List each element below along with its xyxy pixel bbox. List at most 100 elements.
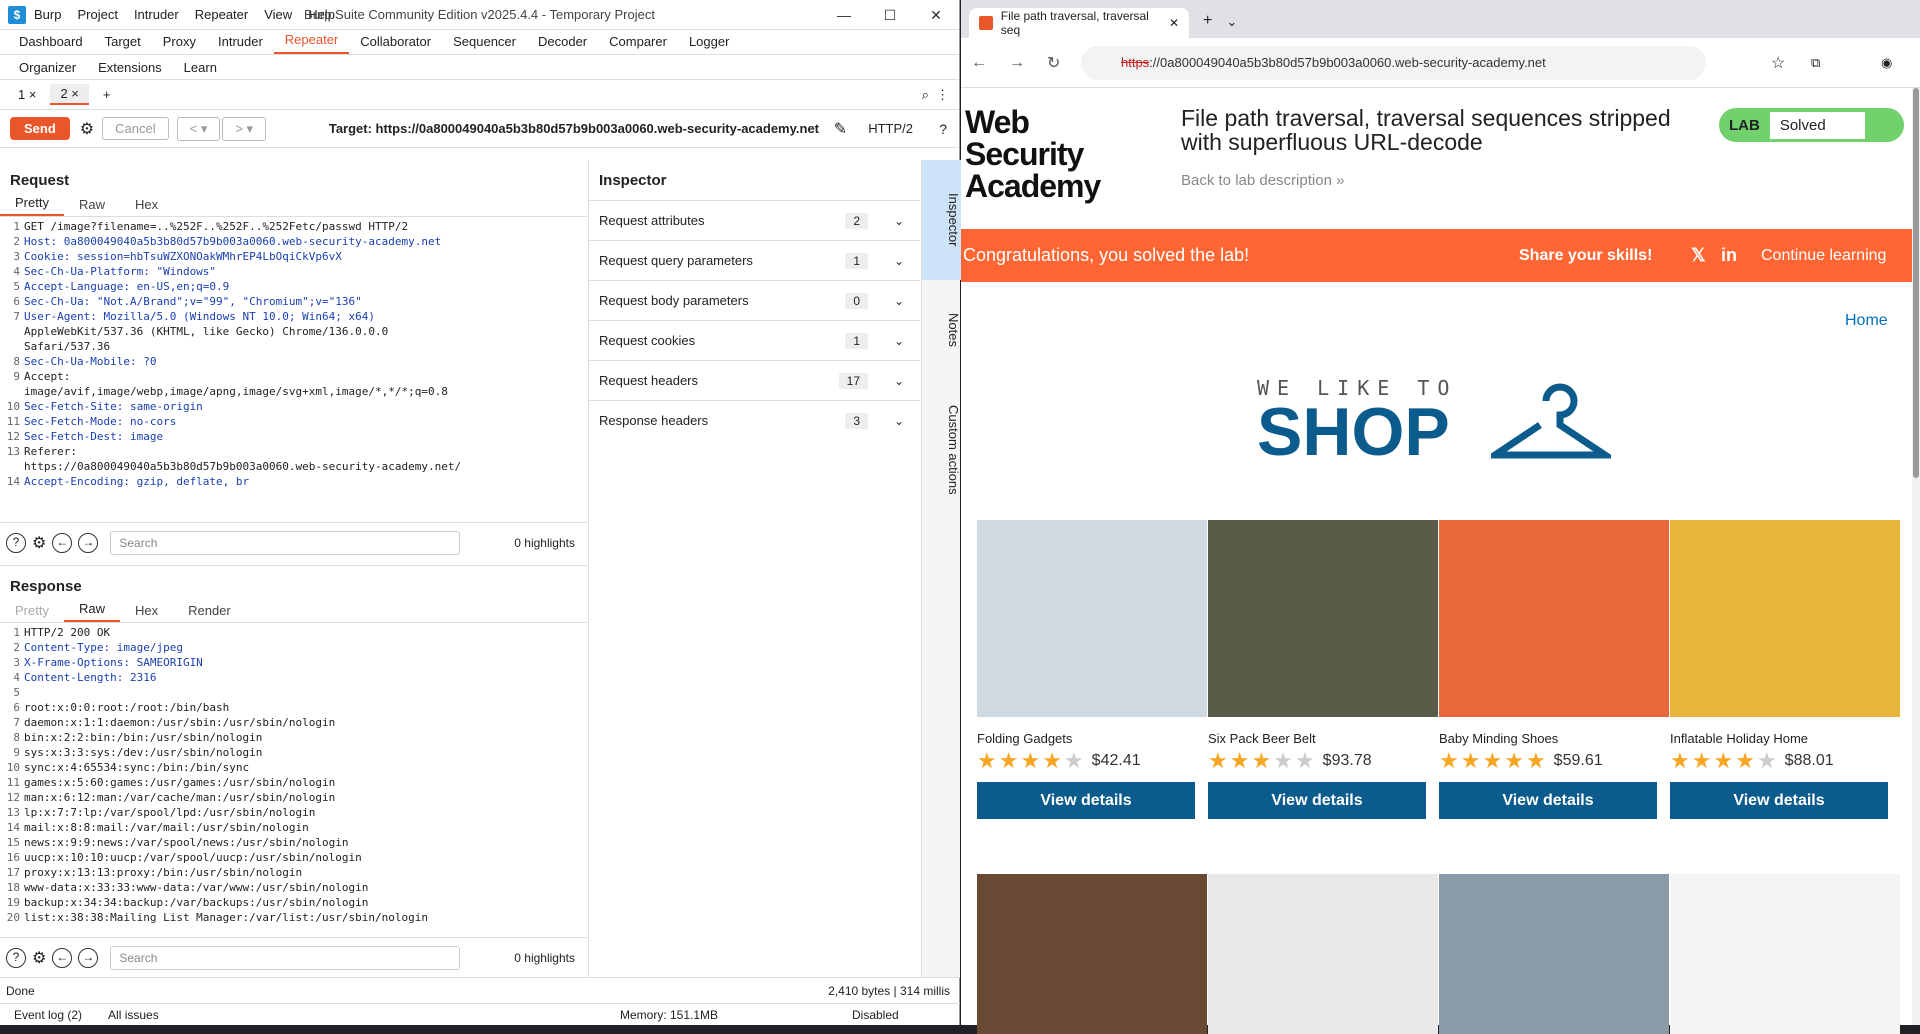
help-icon[interactable]: ? xyxy=(6,947,26,968)
back-to-lab-link[interactable]: Back to lab description » xyxy=(1181,172,1344,189)
profile-icon[interactable]: ◉ xyxy=(1881,55,1892,71)
tab-list-icon[interactable]: ⌄ xyxy=(1226,14,1237,30)
http-version[interactable]: HTTP/2 xyxy=(868,121,913,136)
tab-proxy[interactable]: Proxy xyxy=(152,34,207,54)
menu-item-view[interactable]: View xyxy=(264,7,292,22)
forward-button[interactable]: > ▾ xyxy=(222,116,267,141)
product-image[interactable] xyxy=(977,520,1207,717)
menu-item-intruder[interactable]: Intruder xyxy=(134,7,179,22)
tab-dashboard[interactable]: Dashboard xyxy=(8,34,94,54)
inspector-row[interactable]: Request cookies 1 ⌄ xyxy=(589,320,920,360)
line-text: X-Frame-Options: SAMEORIGIN xyxy=(24,656,203,669)
tab-comparer[interactable]: Comparer xyxy=(598,34,678,54)
next-icon[interactable]: → xyxy=(78,947,99,968)
tab-raw[interactable]: Raw xyxy=(64,197,120,216)
reload-icon[interactable]: ↻ xyxy=(1047,53,1060,73)
wsa-logo[interactable]: Web Security Academy xyxy=(965,106,1129,202)
maximize-icon[interactable]: ☐ xyxy=(867,0,913,30)
close-icon[interactable]: ✕ xyxy=(913,0,959,30)
tab-logger[interactable]: Logger xyxy=(678,34,740,54)
new-tab-icon[interactable]: + xyxy=(1203,12,1212,30)
edit-icon[interactable]: ✎ xyxy=(834,119,847,139)
forward-icon[interactable]: → xyxy=(1009,54,1025,72)
home-link[interactable]: Home xyxy=(1845,312,1888,330)
all-issues-button[interactable]: All issues xyxy=(108,1008,159,1022)
prev-icon[interactable]: ← xyxy=(52,947,73,968)
event-log-button[interactable]: Event log (2) xyxy=(14,1008,82,1022)
tab-extensions[interactable]: Extensions xyxy=(87,60,173,75)
sidebar-notes[interactable]: Notes xyxy=(922,280,961,380)
next-icon[interactable]: → xyxy=(78,532,99,553)
tab-close-icon[interactable]: ✕ xyxy=(1169,16,1179,30)
menu-item-repeater[interactable]: Repeater xyxy=(195,7,248,22)
tab-target[interactable]: Target xyxy=(94,34,152,54)
tab-organizer[interactable]: Organizer xyxy=(8,60,87,75)
view-details-button[interactable]: View details xyxy=(1670,782,1888,819)
tab-raw[interactable]: Raw xyxy=(63,601,120,622)
tab-pretty[interactable]: Pretty xyxy=(0,603,64,622)
continue-learning-link[interactable]: Continue learning xyxy=(1761,247,1886,265)
twitter-icon[interactable]: 𝕏 xyxy=(1691,245,1706,266)
response-editor[interactable]: 1 HTTP/2 200 OK 2 Content-Type: image/jpeg 3… xyxy=(0,623,587,928)
tab-learn[interactable]: Learn xyxy=(173,60,228,75)
help-icon[interactable]: ? xyxy=(6,532,26,553)
settings-icon[interactable]: ⚙ xyxy=(32,948,46,968)
inspector-row[interactable]: Request attributes 2 ⌄ xyxy=(589,200,920,240)
tab-collaborator[interactable]: Collaborator xyxy=(349,34,442,54)
url-input[interactable]: https ://0a800049040a5b3b80d57b9b003a006… xyxy=(1081,45,1706,80)
product-image[interactable] xyxy=(1439,520,1669,717)
product-image[interactable] xyxy=(1670,874,1900,1034)
extensions-icon[interactable]: ⧉ xyxy=(1811,55,1820,71)
menu-item-help[interactable]: Help xyxy=(308,7,335,22)
help-icon[interactable]: ? xyxy=(939,121,947,137)
view-details-button[interactable]: View details xyxy=(1208,782,1426,819)
view-details-button[interactable]: View details xyxy=(977,782,1195,819)
product-image[interactable] xyxy=(1439,874,1669,1034)
request-search-input[interactable]: Search xyxy=(110,530,461,555)
repeater-tab-1[interactable]: 1 × xyxy=(8,85,46,104)
tab-hex[interactable]: Hex xyxy=(120,197,173,216)
browser-tab[interactable]: File path traversal, traversal seq ✕ xyxy=(969,8,1189,38)
repeater-tab-2[interactable]: 2 × xyxy=(50,84,89,105)
product-image[interactable] xyxy=(1208,874,1438,1034)
sidebar-inspector[interactable]: Inspector xyxy=(922,160,961,280)
request-editor[interactable]: 1 GET /image?filename=..%252F..%252F..%25… xyxy=(0,217,587,492)
search-icon[interactable]: ⌕ xyxy=(922,87,929,103)
tab-render[interactable]: Render xyxy=(173,603,246,622)
minimize-icon[interactable]: — xyxy=(821,0,867,30)
sidebar-custom-actions[interactable]: Custom actions xyxy=(922,380,961,520)
product-image[interactable] xyxy=(1670,520,1900,717)
product-image[interactable] xyxy=(977,874,1207,1034)
response-search-input[interactable]: Search xyxy=(110,945,461,970)
linkedin-icon[interactable]: in xyxy=(1721,245,1737,266)
tab-pretty[interactable]: Pretty xyxy=(0,195,64,216)
inspector-row[interactable]: Request query parameters 1 ⌄ xyxy=(589,240,920,280)
menu-item-burp[interactable]: Burp xyxy=(34,7,61,22)
tab-sequencer[interactable]: Sequencer xyxy=(442,34,527,54)
inspector-row[interactable]: Response headers 3 ⌄ xyxy=(589,400,920,440)
inspector-row[interactable]: Request headers 17 ⌄ xyxy=(589,360,920,400)
add-tab-icon[interactable]: + xyxy=(93,85,121,104)
line-number: 13 xyxy=(6,806,20,819)
back-button[interactable]: < ▾ xyxy=(176,116,221,141)
tab-intruder[interactable]: Intruder xyxy=(207,34,274,54)
inspector-row[interactable]: Request body parameters 0 ⌄ xyxy=(589,280,920,320)
tab-repeater[interactable]: Repeater xyxy=(273,32,350,54)
settings-icon[interactable]: ⚙ xyxy=(32,533,46,553)
bookmark-icon[interactable]: ☆ xyxy=(1771,53,1785,73)
cancel-button[interactable]: Cancel xyxy=(102,117,169,140)
settings-icon[interactable]: ⚙ xyxy=(80,119,94,139)
browser-scrollbar-thumb[interactable] xyxy=(1913,88,1919,478)
send-button[interactable]: Send xyxy=(10,117,70,140)
menu-item-project[interactable]: Project xyxy=(77,7,117,22)
tab-decoder[interactable]: Decoder xyxy=(527,34,598,54)
more-icon[interactable]: ⋮ xyxy=(936,87,949,103)
request-search-bar: ? ⚙ ← → Search 0 highlights xyxy=(0,522,587,562)
product-image[interactable] xyxy=(1208,520,1438,717)
chevron-down-icon: ⌄ xyxy=(893,293,904,308)
view-details-button[interactable]: View details xyxy=(1439,782,1657,819)
tab-hex[interactable]: Hex xyxy=(120,603,173,622)
ai-disabled[interactable]: Disabled xyxy=(852,1008,899,1022)
back-icon[interactable]: ← xyxy=(971,54,987,72)
prev-icon[interactable]: ← xyxy=(52,532,73,553)
